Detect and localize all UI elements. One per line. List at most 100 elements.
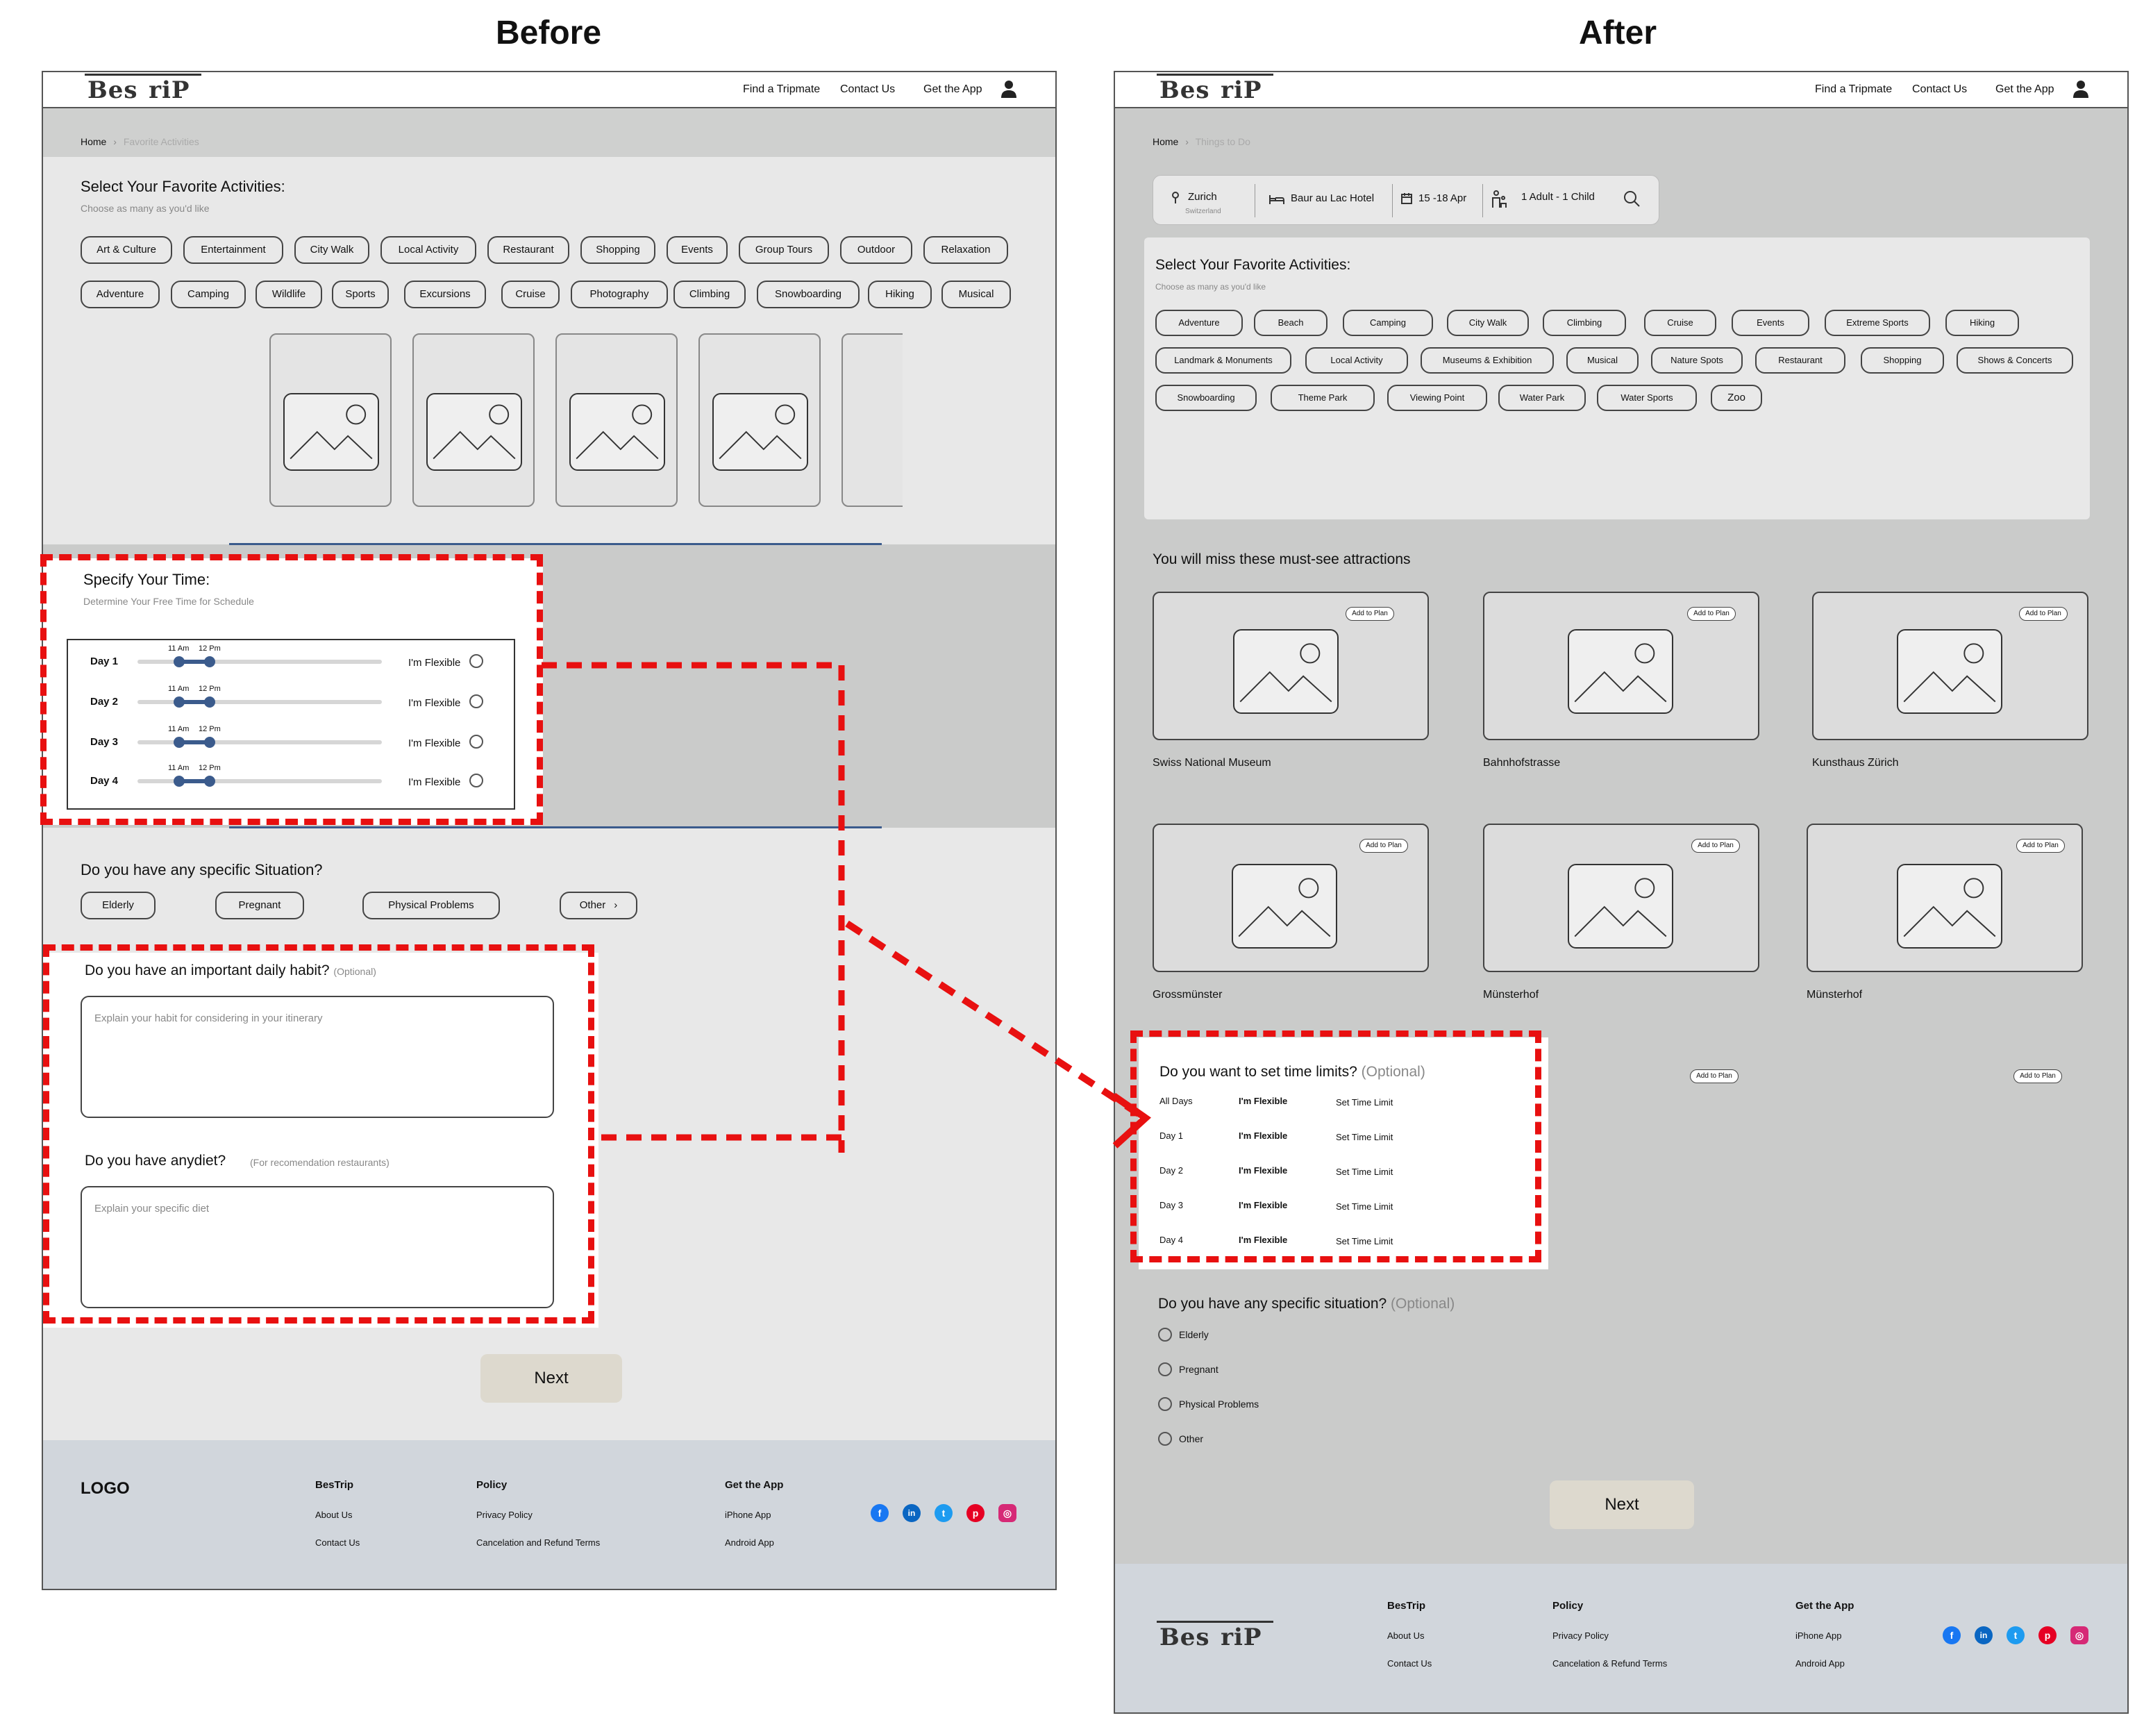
nav-get-app[interactable]: Get the App xyxy=(1995,83,2054,96)
attraction-name[interactable]: Kunsthaus Zürich xyxy=(1812,757,1899,769)
chip-camping[interactable]: Camping xyxy=(171,281,246,308)
situation-pregnant[interactable]: Pregnant xyxy=(215,892,304,919)
linkedin-icon[interactable]: in xyxy=(903,1504,921,1522)
activity-image-card[interactable] xyxy=(841,333,903,507)
activity-image-card[interactable] xyxy=(698,333,821,507)
attraction-card[interactable]: Add to Plan xyxy=(1483,824,1759,972)
add-to-plan-button[interactable]: Add to Plan xyxy=(1687,607,1736,621)
chip-city-walk[interactable]: City Walk xyxy=(294,236,369,264)
situation-other[interactable]: Other › xyxy=(560,892,637,919)
add-to-plan-button[interactable]: Add to Plan xyxy=(2019,607,2068,621)
chip-camping[interactable]: Camping xyxy=(1343,310,1433,336)
chip-restaurant[interactable]: Restaurant xyxy=(487,236,569,264)
chip-beach[interactable]: Beach xyxy=(1254,310,1328,336)
chip-theme-park[interactable]: Theme Park xyxy=(1271,385,1375,411)
add-to-plan-button[interactable]: Add to Plan xyxy=(2016,839,2065,853)
search-icon[interactable] xyxy=(1623,190,1641,208)
chip-shopping[interactable]: Shopping xyxy=(1861,347,1944,374)
footer-refund-link[interactable]: Cancelation and Refund Terms xyxy=(476,1537,600,1548)
search-guests[interactable]: 1 Adult - 1 Child xyxy=(1521,191,1595,203)
facebook-icon[interactable]: f xyxy=(1943,1626,1961,1644)
logo[interactable]: Bes riP xyxy=(1157,74,1273,104)
attraction-card[interactable]: Add to Plan xyxy=(1812,592,2088,740)
nav-get-app[interactable]: Get the App xyxy=(923,83,982,96)
chip-photography[interactable]: Photography xyxy=(571,281,668,308)
chip-wildlife[interactable]: Wildlife xyxy=(256,281,322,308)
chip-musical[interactable]: Musical xyxy=(1566,347,1639,374)
pinterest-icon[interactable]: p xyxy=(2038,1626,2057,1644)
chip-cruise[interactable]: Cruise xyxy=(501,281,560,308)
nav-contact-us[interactable]: Contact Us xyxy=(840,83,895,96)
attraction-card[interactable]: Add to Plan xyxy=(1807,824,2083,972)
chip-hiking[interactable]: Hiking xyxy=(868,281,932,308)
add-to-plan-button[interactable]: Add to Plan xyxy=(1346,607,1394,621)
nav-contact-us[interactable]: Contact Us xyxy=(1912,83,1967,96)
attraction-name[interactable]: Grossmünster xyxy=(1153,989,1222,1001)
situation-physical-problems[interactable]: Physical Problems xyxy=(362,892,500,919)
chip-water-park[interactable]: Water Park xyxy=(1498,385,1586,411)
instagram-icon[interactable]: ◎ xyxy=(2070,1626,2088,1644)
chip-extreme-sports[interactable]: Extreme Sports xyxy=(1825,310,1930,336)
footer-about-link[interactable]: About Us xyxy=(1387,1630,1424,1641)
chip-adventure[interactable]: Adventure xyxy=(1155,310,1243,336)
twitter-icon[interactable]: t xyxy=(2007,1626,2025,1644)
chip-water-sports[interactable]: Water Sports xyxy=(1597,385,1697,411)
chip-shows-concerts[interactable]: Shows & Concerts xyxy=(1957,347,2073,374)
add-to-plan-button[interactable]: Add to Plan xyxy=(1690,1069,1739,1083)
chip-city-walk[interactable]: City Walk xyxy=(1447,310,1529,336)
footer-privacy-link[interactable]: Privacy Policy xyxy=(476,1510,533,1520)
chip-snowboarding[interactable]: Snowboarding xyxy=(1155,385,1257,411)
add-to-plan-button[interactable]: Add to Plan xyxy=(1359,839,1408,853)
chip-excursions[interactable]: Excursions xyxy=(404,281,486,308)
add-to-plan-button[interactable]: Add to Plan xyxy=(2013,1069,2062,1083)
situation-radio-other[interactable] xyxy=(1158,1432,1172,1446)
chip-relaxation[interactable]: Relaxation xyxy=(923,236,1008,264)
add-to-plan-button[interactable]: Add to Plan xyxy=(1691,839,1740,853)
attraction-name[interactable]: Bahnhofstrasse xyxy=(1483,757,1560,769)
chip-local-activity[interactable]: Local Activity xyxy=(1305,347,1408,374)
activity-image-card[interactable] xyxy=(269,333,392,507)
linkedin-icon[interactable]: in xyxy=(1975,1626,1993,1644)
chip-group-tours[interactable]: Group Tours xyxy=(739,236,829,264)
footer-android-link[interactable]: Android App xyxy=(1795,1658,1845,1669)
nav-find-tripmate[interactable]: Find a Tripmate xyxy=(743,83,820,96)
logo[interactable]: Bes riP xyxy=(85,74,201,104)
chip-climbing[interactable]: Climbing xyxy=(673,281,746,308)
chip-events[interactable]: Events xyxy=(1732,310,1809,336)
attraction-name[interactable]: Swiss National Museum xyxy=(1153,757,1271,769)
chip-landmark-monuments[interactable]: Landmark & Monuments xyxy=(1155,347,1291,374)
chip-restaurant[interactable]: Restaurant xyxy=(1755,347,1845,374)
chip-hiking[interactable]: Hiking xyxy=(1945,310,2019,336)
user-icon[interactable] xyxy=(2072,79,2090,99)
search-hotel[interactable]: Baur au Lac Hotel xyxy=(1291,192,1374,204)
twitter-icon[interactable]: t xyxy=(935,1504,953,1522)
attraction-name[interactable]: Münsterhof xyxy=(1807,989,1862,1001)
footer-iphone-link[interactable]: iPhone App xyxy=(1795,1630,1842,1641)
chip-musical[interactable]: Musical xyxy=(941,281,1011,308)
footer-android-link[interactable]: Android App xyxy=(725,1537,774,1548)
next-button[interactable]: Next xyxy=(1550,1480,1694,1529)
chip-museums-exhibition[interactable]: Museums & Exhibition xyxy=(1421,347,1554,374)
chip-sports[interactable]: Sports xyxy=(332,281,389,308)
attraction-name[interactable]: Münsterhof xyxy=(1483,989,1539,1001)
activity-image-card[interactable] xyxy=(412,333,535,507)
facebook-icon[interactable]: f xyxy=(871,1504,889,1522)
next-button[interactable]: Next xyxy=(480,1354,622,1403)
chip-events[interactable]: Events xyxy=(667,236,728,264)
chip-outdoor[interactable]: Outdoor xyxy=(840,236,912,264)
footer-refund-link[interactable]: Cancelation & Refund Terms xyxy=(1552,1658,1667,1669)
chip-entertainment[interactable]: Entertainment xyxy=(183,236,283,264)
user-icon[interactable] xyxy=(1000,79,1018,99)
footer-contact-link[interactable]: Contact Us xyxy=(315,1537,360,1548)
search-dates[interactable]: 15 -18 Apr xyxy=(1418,192,1466,204)
footer-privacy-link[interactable]: Privacy Policy xyxy=(1552,1630,1609,1641)
chip-viewing-point[interactable]: Viewing Point xyxy=(1387,385,1487,411)
breadcrumb-home[interactable]: Home xyxy=(1153,136,1178,147)
pinterest-icon[interactable]: p xyxy=(966,1504,985,1522)
instagram-icon[interactable]: ◎ xyxy=(998,1504,1016,1522)
chip-local-activity[interactable]: Local Activity xyxy=(380,236,476,264)
chip-climbing[interactable]: Climbing xyxy=(1543,310,1626,336)
footer-iphone-link[interactable]: iPhone App xyxy=(725,1510,771,1520)
situation-radio-physical[interactable] xyxy=(1158,1397,1172,1411)
chip-shopping[interactable]: Shopping xyxy=(580,236,655,264)
